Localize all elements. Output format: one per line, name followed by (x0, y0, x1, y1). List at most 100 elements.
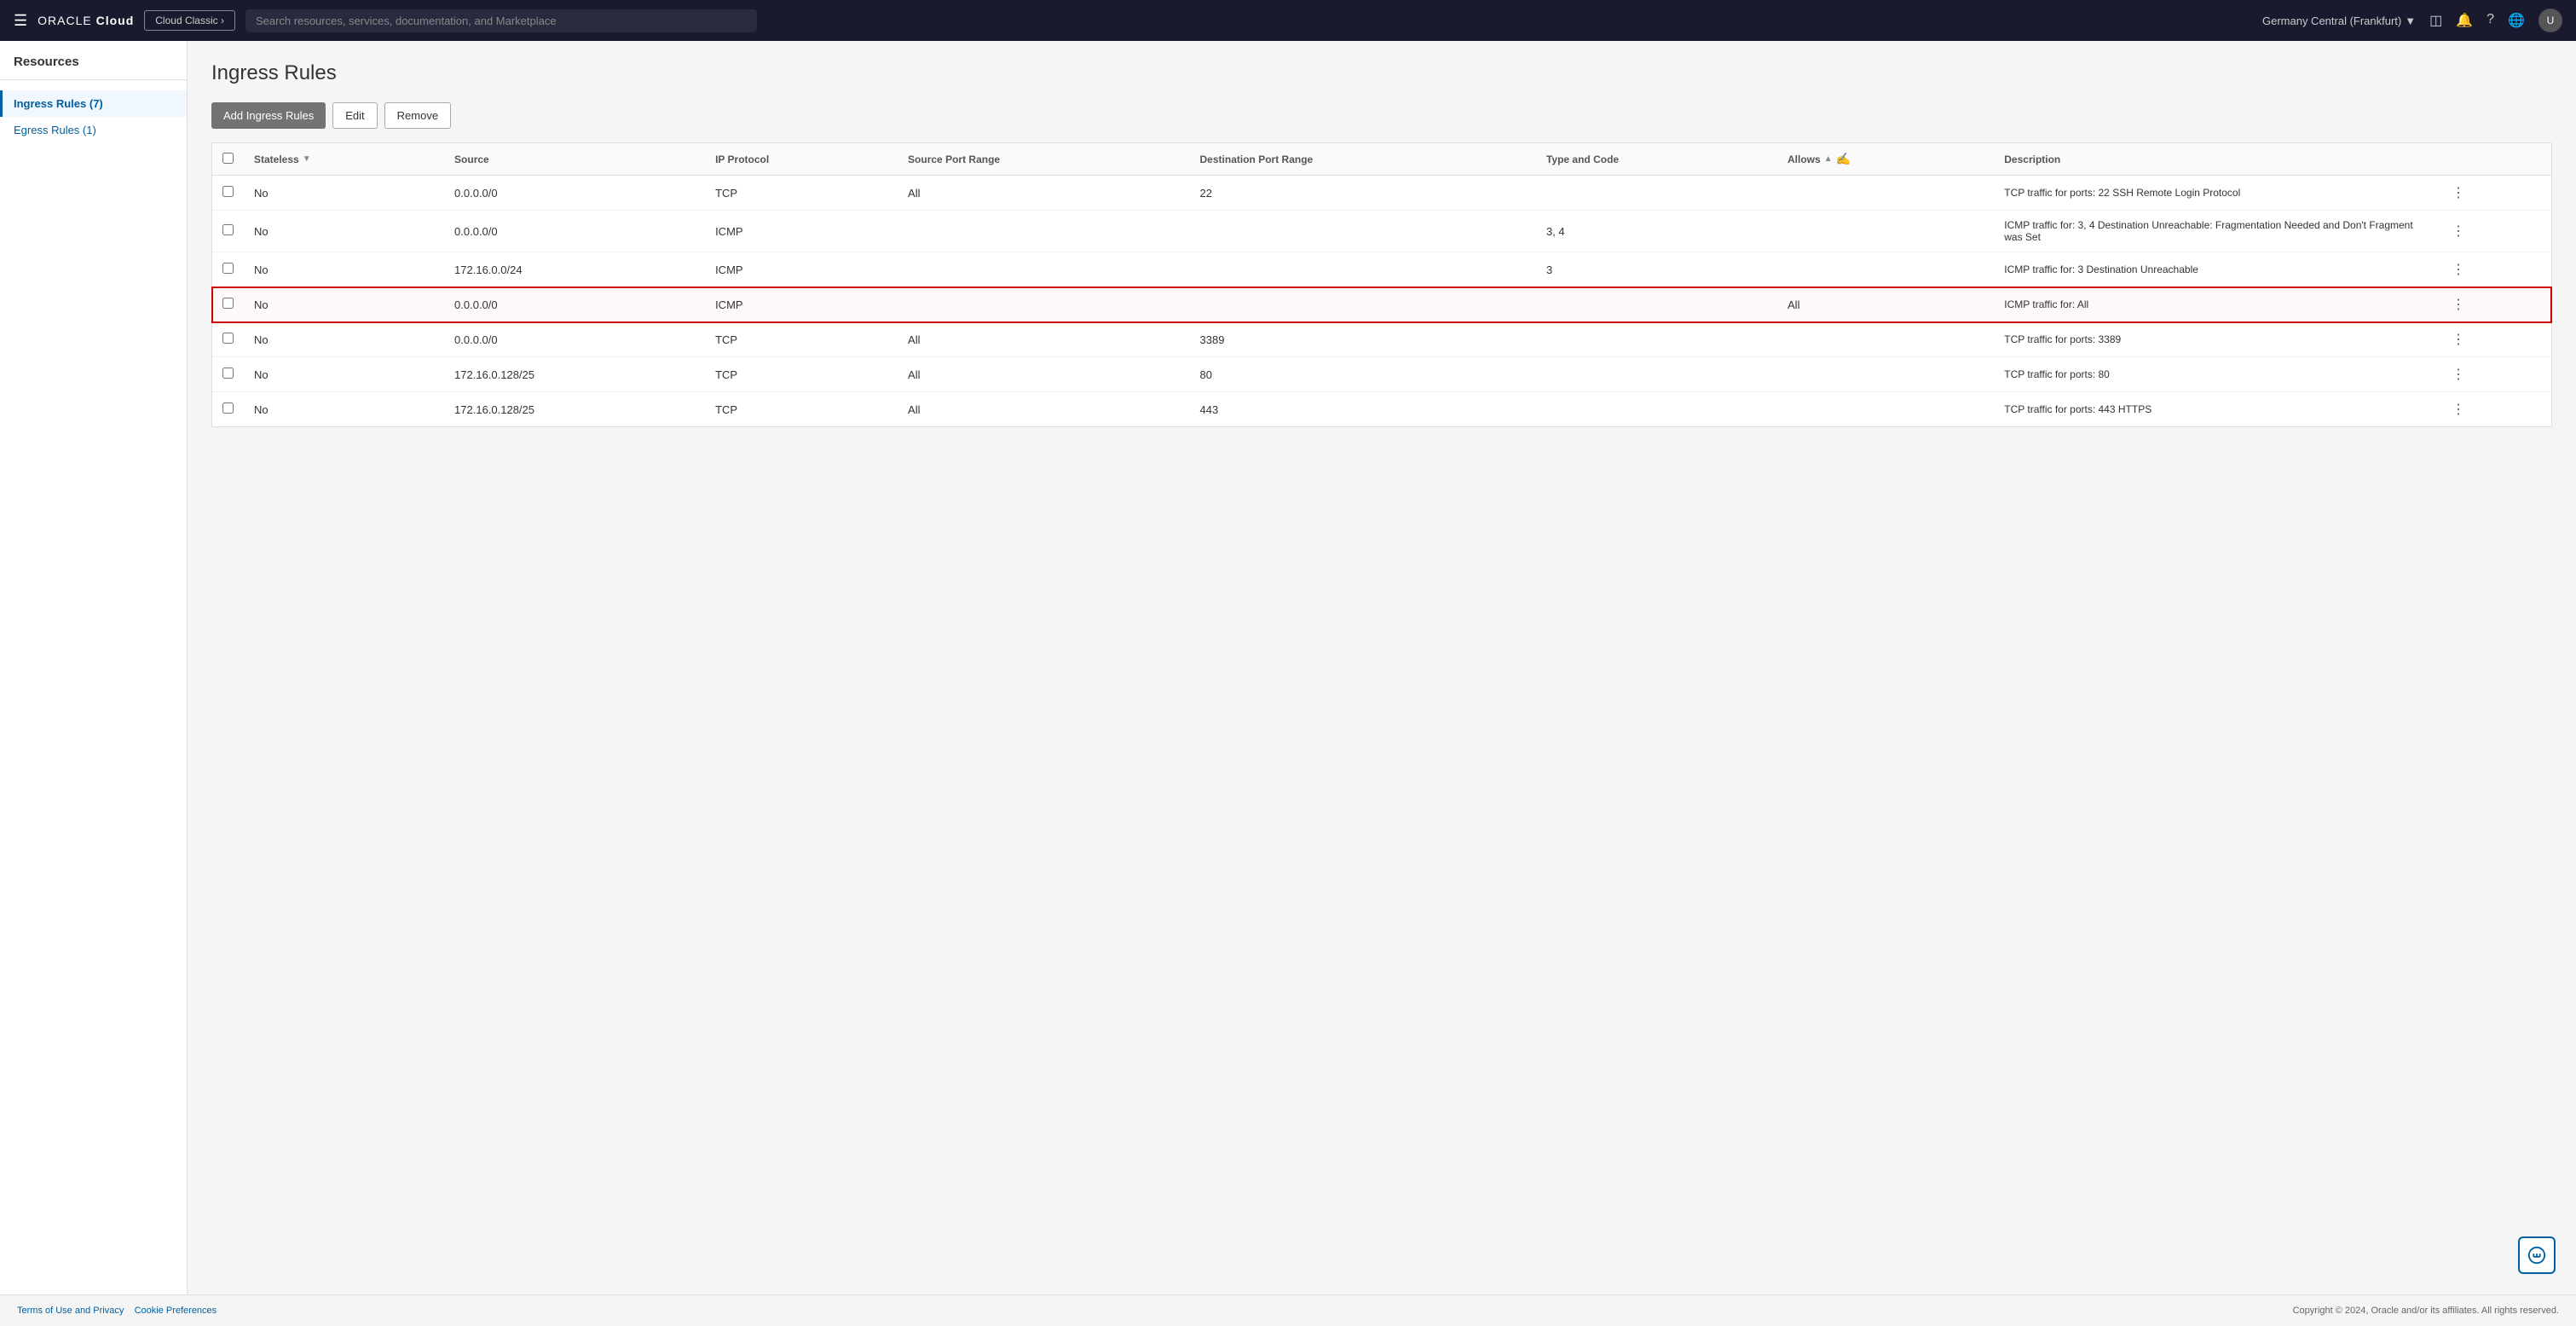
row-ip-protocol: TCP (705, 322, 898, 357)
monitor-icon[interactable]: ◫ (2429, 12, 2442, 29)
row-actions-cell: ⋮ (2436, 252, 2551, 287)
row-type-and-code (1536, 357, 1777, 392)
row-actions-cell: ⋮ (2436, 176, 2551, 211)
th-ip-protocol: IP Protocol (705, 143, 898, 176)
row-allows (1777, 392, 1994, 427)
row-checkbox-2[interactable] (222, 263, 234, 274)
row-type-and-code: 3, 4 (1536, 211, 1777, 252)
sort-icon: ▼ (303, 154, 311, 164)
topnav-right: Germany Central (Frankfurt) ▼ ◫ 🔔 ? 🌐 U (2262, 9, 2562, 32)
footer-copyright: Copyright © 2024, Oracle and/or its affi… (2293, 1306, 2559, 1316)
select-all-checkbox[interactable] (222, 153, 234, 164)
table-row: No 172.16.0.0/24 ICMP 3 ICMP traffic for… (212, 252, 2551, 287)
row-stateless: No (244, 392, 444, 427)
row-actions-menu-icon[interactable]: ⋮ (2446, 296, 2470, 314)
row-actions-menu-icon[interactable]: ⋮ (2446, 401, 2470, 419)
stateless-col-label: Stateless (254, 153, 299, 165)
row-destination-port-range: 3389 (1190, 322, 1536, 357)
row-actions-menu-icon[interactable]: ⋮ (2446, 366, 2470, 384)
row-source-port-range (898, 287, 1189, 322)
row-source-port-range: All (898, 176, 1189, 211)
row-checkbox-cell (212, 176, 244, 211)
remove-button[interactable]: Remove (384, 102, 451, 129)
row-source-port-range (898, 252, 1189, 287)
row-ip-protocol: ICMP (705, 211, 898, 252)
row-actions-cell: ⋮ (2436, 211, 2551, 252)
terms-link[interactable]: Terms of Use and Privacy (17, 1306, 124, 1316)
row-actions-menu-icon[interactable]: ⋮ (2446, 331, 2470, 349)
row-stateless: No (244, 322, 444, 357)
row-source: 0.0.0.0/0 (444, 322, 705, 357)
region-label: Germany Central (Frankfurt) (2262, 14, 2401, 27)
sidebar-item-egress[interactable]: Egress Rules (1) (0, 117, 187, 143)
sidebar-item-ingress[interactable]: Ingress Rules (7) (0, 90, 187, 117)
add-ingress-rules-button[interactable]: Add Ingress Rules (211, 102, 326, 129)
row-actions-menu-icon[interactable]: ⋮ (2446, 223, 2470, 240)
row-checkbox-1[interactable] (222, 224, 234, 235)
table-row: No 0.0.0.0/0 ICMP 3, 4 ICMP traffic for:… (212, 211, 2551, 252)
search-input[interactable] (245, 9, 757, 32)
row-checkbox-3[interactable] (222, 298, 234, 309)
edit-button[interactable]: Edit (332, 102, 377, 129)
row-checkbox-5[interactable] (222, 368, 234, 379)
row-actions-cell: ⋮ (2436, 357, 2551, 392)
row-checkbox-4[interactable] (222, 333, 234, 344)
footer: Terms of Use and Privacy Cookie Preferen… (0, 1294, 2576, 1326)
table-row: No 172.16.0.128/25 TCP All 443 TCP traff… (212, 392, 2551, 427)
cloud-classic-button[interactable]: Cloud Classic › (144, 10, 235, 31)
region-selector[interactable]: Germany Central (Frankfurt) ▼ (2262, 14, 2416, 27)
row-stateless: No (244, 252, 444, 287)
row-destination-port-range (1190, 287, 1536, 322)
row-description: TCP traffic for ports: 3389 (1994, 322, 2436, 357)
cursor-indicator: ✍ (1836, 152, 1851, 166)
hamburger-icon[interactable]: ☰ (14, 12, 27, 30)
row-description: ICMP traffic for: All (1994, 287, 2436, 322)
row-description: ICMP traffic for: 3 Destination Unreacha… (1994, 252, 2436, 287)
row-ip-protocol: ICMP (705, 252, 898, 287)
th-stateless[interactable]: Stateless ▼ (244, 143, 444, 176)
row-actions-menu-icon[interactable]: ⋮ (2446, 184, 2470, 202)
row-source: 172.16.0.0/24 (444, 252, 705, 287)
main-content: Ingress Rules Add Ingress Rules Edit Rem… (188, 41, 2576, 1294)
row-actions-menu-icon[interactable]: ⋮ (2446, 261, 2470, 279)
row-ip-protocol: TCP (705, 357, 898, 392)
th-source: Source (444, 143, 705, 176)
row-destination-port-range (1190, 252, 1536, 287)
row-actions-cell: ⋮ (2436, 287, 2551, 322)
row-destination-port-range: 22 (1190, 176, 1536, 211)
row-source: 0.0.0.0/0 (444, 287, 705, 322)
help-widget[interactable] (2518, 1236, 2556, 1274)
sidebar: Resources Ingress Rules (7) Egress Rules… (0, 41, 188, 1294)
bell-icon[interactable]: 🔔 (2456, 12, 2473, 29)
toolbar: Add Ingress Rules Edit Remove (211, 102, 2552, 129)
row-allows (1777, 322, 1994, 357)
th-destination-port-range: Destination Port Range (1190, 143, 1536, 176)
row-description: TCP traffic for ports: 22 SSH Remote Log… (1994, 176, 2436, 211)
row-checkbox-cell (212, 357, 244, 392)
row-destination-port-range (1190, 211, 1536, 252)
row-allows (1777, 211, 1994, 252)
chevron-down-icon: ▼ (2405, 14, 2416, 27)
row-type-and-code (1536, 287, 1777, 322)
select-all-header (212, 143, 244, 176)
layout: Resources Ingress Rules (7) Egress Rules… (0, 41, 2576, 1294)
th-description: Description (1994, 143, 2436, 176)
row-type-and-code (1536, 176, 1777, 211)
row-source-port-range: All (898, 322, 1189, 357)
ingress-rules-table: Stateless ▼ Source IP Protocol Source Po… (211, 142, 2552, 427)
row-type-and-code: 3 (1536, 252, 1777, 287)
th-allows[interactable]: Allows ▲ ✍ (1777, 143, 1994, 176)
th-source-port-range: Source Port Range (898, 143, 1189, 176)
row-ip-protocol: TCP (705, 176, 898, 211)
avatar[interactable]: U (2538, 9, 2562, 32)
row-checkbox-0[interactable] (222, 186, 234, 197)
row-type-and-code (1536, 322, 1777, 357)
cookie-link[interactable]: Cookie Preferences (135, 1306, 217, 1316)
row-ip-protocol: TCP (705, 392, 898, 427)
row-checkbox-6[interactable] (222, 402, 234, 414)
table-row: No 0.0.0.0/0 TCP All 22 TCP traffic for … (212, 176, 2551, 211)
row-checkbox-cell (212, 322, 244, 357)
globe-icon[interactable]: 🌐 (2508, 12, 2525, 29)
row-checkbox-cell (212, 211, 244, 252)
help-icon[interactable]: ? (2486, 12, 2494, 29)
